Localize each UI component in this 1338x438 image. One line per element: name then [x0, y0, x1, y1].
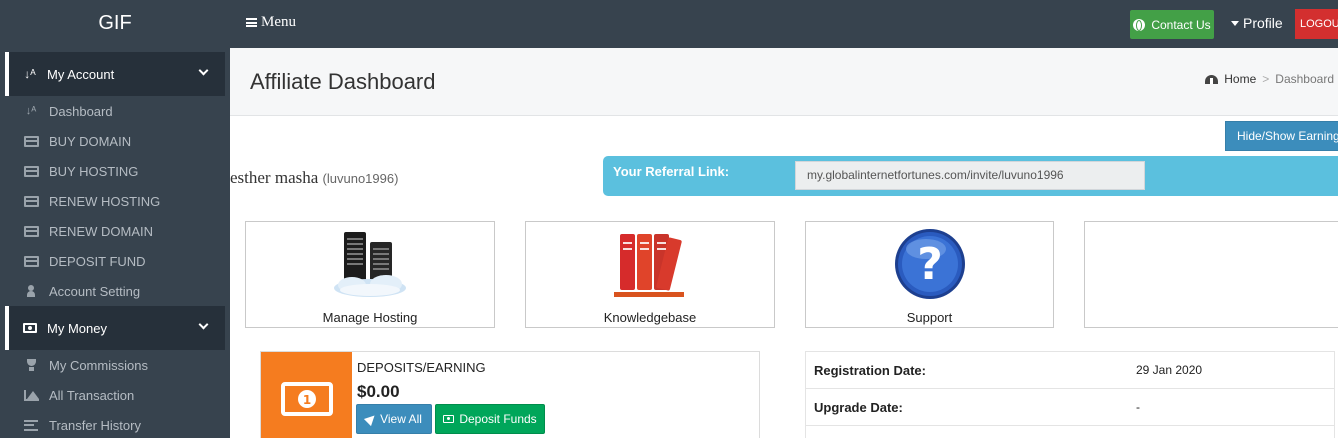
page-header: Affiliate Dashboard Home > Dashboard — [230, 48, 1338, 116]
sidebar-item-label: RENEW HOSTING — [49, 193, 161, 209]
deposits-panel: 1 DEPOSITS/EARNING $0.00 View All Deposi… — [260, 351, 760, 438]
sidebar-item-transfer-history[interactable]: Transfer History — [5, 410, 225, 438]
sidebar-item-my-commissions[interactable]: My Commissions — [5, 350, 225, 380]
deposits-title: DEPOSITS/EARNING — [357, 360, 486, 375]
user-full-name: esther masha — [230, 168, 319, 187]
page-title: Affiliate Dashboard — [250, 69, 436, 94]
view-all-button[interactable]: View All — [356, 404, 432, 434]
sidebar-item-label: Transfer History — [49, 417, 141, 433]
sidebar-item-label: All Transaction — [49, 387, 135, 403]
deposits-amount: $0.00 — [357, 382, 400, 401]
sidebar-item-buy-hosting[interactable]: BUY HOSTING — [5, 156, 225, 186]
sidebar-item-label: My Commissions — [49, 357, 148, 373]
sidebar: ↓ᴬ My Account ↓ᴬ Dashboard BUY DOMAIN BU… — [0, 48, 230, 438]
brand-logo[interactable]: GIF — [0, 0, 230, 48]
user-name: esther masha (luvuno1996) — [230, 168, 398, 188]
sidebar-section-my-account[interactable]: ↓ᴬ My Account — [5, 52, 225, 96]
sidebar-item-deposit-fund[interactable]: DEPOSIT FUND — [5, 246, 225, 276]
contact-us-button[interactable]: Contact Us — [1130, 10, 1214, 39]
menu-label: Menu — [261, 14, 296, 30]
tile-empty[interactable] — [1084, 221, 1338, 328]
registration-date-label: Registration Date: — [814, 363, 926, 378]
money-icon — [443, 415, 455, 423]
top-navbar: GIF Menu Contact Us Profile LOGOUT — [0, 0, 1338, 48]
books-icon — [614, 234, 684, 297]
sidebar-section-my-money[interactable]: My Money — [5, 306, 225, 350]
sort-alpha-icon: ↓ᴬ — [24, 67, 36, 81]
credit-card-icon — [23, 255, 39, 267]
credit-card-icon — [23, 195, 39, 207]
sidebar-section-label: My Money — [47, 320, 107, 336]
view-all-label: View All — [380, 412, 422, 426]
sidebar-item-account-setting[interactable]: Account Setting — [5, 276, 225, 306]
sidebar-item-label: Account Setting — [49, 283, 141, 299]
sidebar-item-label: BUY HOSTING — [49, 163, 139, 179]
breadcrumb-current: Dashboard — [1275, 72, 1334, 86]
sidebar-item-label: DEPOSIT FUND — [49, 253, 146, 269]
sort-alpha-icon: ↓ᴬ — [25, 105, 37, 117]
upgrade-date-value: - — [1136, 400, 1140, 414]
user-icon — [27, 285, 35, 297]
svg-text:1: 1 — [303, 393, 311, 407]
main-content: Affiliate Dashboard Home > Dashboard Hid… — [230, 48, 1338, 438]
chevron-down-icon — [198, 65, 209, 76]
paper-plane-icon — [364, 411, 379, 427]
tile-label: Support — [906, 310, 953, 325]
table-row: Upgrade Date: - — [806, 389, 1334, 426]
profile-label: Profile — [1243, 15, 1283, 31]
tile-label: Knowledgebase — [603, 310, 697, 325]
list-icon — [24, 419, 38, 431]
sidebar-item-renew-hosting[interactable]: RENEW HOSTING — [5, 186, 225, 216]
deposit-funds-label: Deposit Funds — [459, 412, 537, 426]
sidebar-section-label: My Account — [47, 66, 115, 82]
sidebar-item-label: BUY DOMAIN — [49, 133, 132, 149]
user-username: (luvuno1996) — [322, 171, 399, 186]
referral-link-label: Your Referral Link: — [613, 164, 730, 179]
sidebar-item-buy-domain[interactable]: BUY DOMAIN — [5, 126, 225, 156]
upgrade-date-label: Upgrade Date: — [814, 400, 903, 415]
money-icon — [23, 323, 37, 333]
hamburger-icon — [246, 18, 257, 27]
registration-date-value: 29 Jan 2020 — [1136, 363, 1203, 377]
contact-us-label: Contact Us — [1151, 17, 1211, 32]
dashboard-icon — [1205, 74, 1219, 84]
account-info-table: Registration Date: 29 Jan 2020 Upgrade D… — [805, 351, 1335, 438]
area-chart-icon — [23, 389, 39, 401]
breadcrumb: Home > Dashboard — [1205, 72, 1334, 86]
deposit-funds-button[interactable]: Deposit Funds — [435, 404, 545, 434]
server-cloud-icon — [334, 232, 406, 297]
question-icon: ? — [894, 229, 965, 299]
profile-dropdown[interactable]: Profile — [1231, 15, 1283, 31]
money-bill-icon: 1 — [281, 382, 333, 416]
logout-button[interactable]: LOGOUT — [1295, 9, 1338, 39]
caret-down-icon — [1231, 20, 1239, 26]
credit-card-icon — [23, 165, 39, 177]
deposits-icon-box: 1 — [261, 352, 352, 438]
sidebar-item-label: Dashboard — [49, 103, 113, 119]
svg-text:?: ? — [917, 239, 943, 290]
tile-manage-hosting[interactable]: Manage Hosting — [245, 221, 495, 328]
sidebar-item-all-transaction[interactable]: All Transaction — [5, 380, 225, 410]
tile-knowledgebase[interactable]: Knowledgebase — [525, 221, 775, 328]
sidebar-item-dashboard[interactable]: ↓ᴬ Dashboard — [5, 96, 225, 126]
credit-card-icon — [23, 135, 39, 147]
breadcrumb-separator: > — [1262, 72, 1270, 86]
tile-label: Manage Hosting — [322, 310, 418, 325]
chevron-down-icon — [198, 319, 209, 330]
credit-card-icon — [23, 225, 39, 237]
globe-icon — [1133, 18, 1146, 31]
breadcrumb-home-link[interactable]: Home — [1224, 72, 1256, 86]
referral-link-panel: Your Referral Link: my.globalinternetfor… — [603, 156, 1338, 196]
tile-support[interactable]: ? Support — [805, 221, 1054, 328]
sidebar-item-label: RENEW DOMAIN — [49, 223, 153, 239]
sidebar-item-renew-domain[interactable]: RENEW DOMAIN — [5, 216, 225, 246]
table-row: Registration Date: 29 Jan 2020 — [806, 352, 1334, 389]
trophy-icon — [26, 359, 37, 371]
referral-link-input[interactable]: my.globalinternetfortunes.com/invite/luv… — [795, 161, 1145, 190]
menu-toggle-button[interactable]: Menu — [246, 14, 296, 31]
hide-show-earning-button[interactable]: Hide/Show Earning — [1225, 121, 1338, 151]
